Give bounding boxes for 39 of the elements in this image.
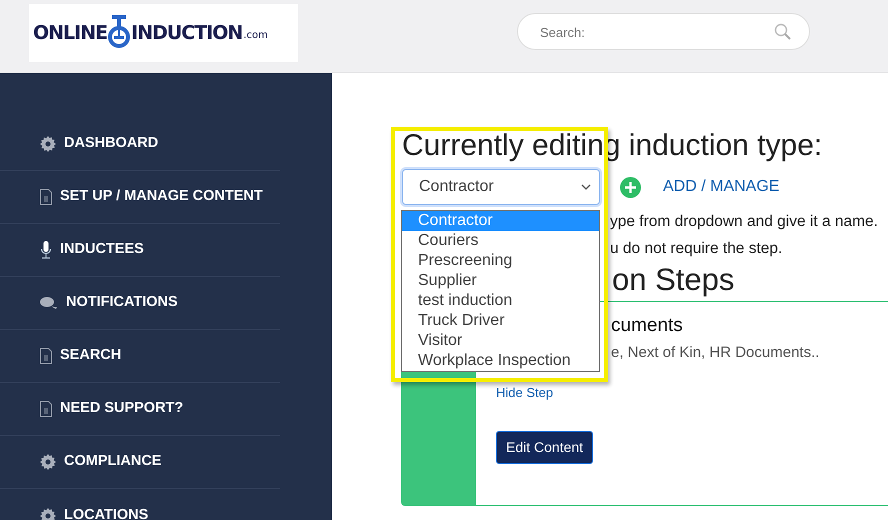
gear-icon	[40, 454, 56, 470]
sidebar-item[interactable]: SET UP / MANAGE CONTENT	[0, 171, 280, 224]
chat-icon	[40, 296, 58, 310]
gear-icon	[40, 136, 56, 152]
help-text: u do not require the step.	[610, 239, 784, 260]
search-field[interactable]: Search:	[517, 13, 810, 50]
document-icon	[40, 189, 52, 205]
microphone-icon	[40, 241, 52, 259]
dropdown-option[interactable]: Visitor	[402, 331, 599, 351]
plus-icon[interactable]	[620, 176, 641, 198]
add-manage-link[interactable]: ADD / MANAGE	[663, 175, 780, 199]
edit-content-button[interactable]: Edit Content	[496, 430, 594, 464]
section-heading: on Steps	[612, 260, 736, 298]
caret-icon	[581, 184, 591, 190]
sidebar-item[interactable]: LOCATIONS	[0, 489, 280, 520]
dropdown-option[interactable]: Workplace Inspection	[402, 351, 599, 371]
dropdown-option[interactable]: Truck Driver	[402, 311, 599, 331]
document-icon	[40, 401, 52, 417]
step-description: e, Next of Kin, HR Documents..	[611, 343, 820, 364]
sidebar-item[interactable]: NOTIFICATIONS	[0, 277, 280, 330]
sidebar-item[interactable]: INDUCTEES	[0, 224, 280, 277]
dropdown-option[interactable]: test induction	[402, 291, 599, 311]
stopwatch-icon	[108, 15, 130, 51]
sidebar-item[interactable]: DASHBOARD	[0, 118, 280, 171]
dropdown-option[interactable]: Supplier	[402, 271, 599, 291]
step-title: cuments	[611, 314, 684, 338]
sidebar-item[interactable]: SEARCH	[0, 330, 280, 383]
search-input[interactable]: Search:	[538, 20, 774, 44]
search-icon[interactable]	[774, 23, 791, 40]
help-text: ype from dropdown and give it a name.	[610, 212, 879, 232]
dropdown-option[interactable]: Prescreening	[402, 251, 599, 271]
sidebar-item[interactable]: NEED SUPPORT?	[0, 383, 280, 436]
logo[interactable]: ONLINE INDUCTION.com	[29, 4, 298, 62]
dropdown-list[interactable]: Contractor Couriers Prescreening Supplier test induction Truck Driver Visitor Workplace Inspection	[401, 210, 600, 372]
sidebar-item[interactable]: COMPLIANCE	[0, 436, 280, 489]
hide-step-link[interactable]: Hide Step	[496, 382, 554, 402]
dropdown-option[interactable]: Couriers	[402, 231, 599, 251]
document-icon	[40, 348, 52, 364]
dropdown-select[interactable]: Contractor	[402, 169, 600, 205]
